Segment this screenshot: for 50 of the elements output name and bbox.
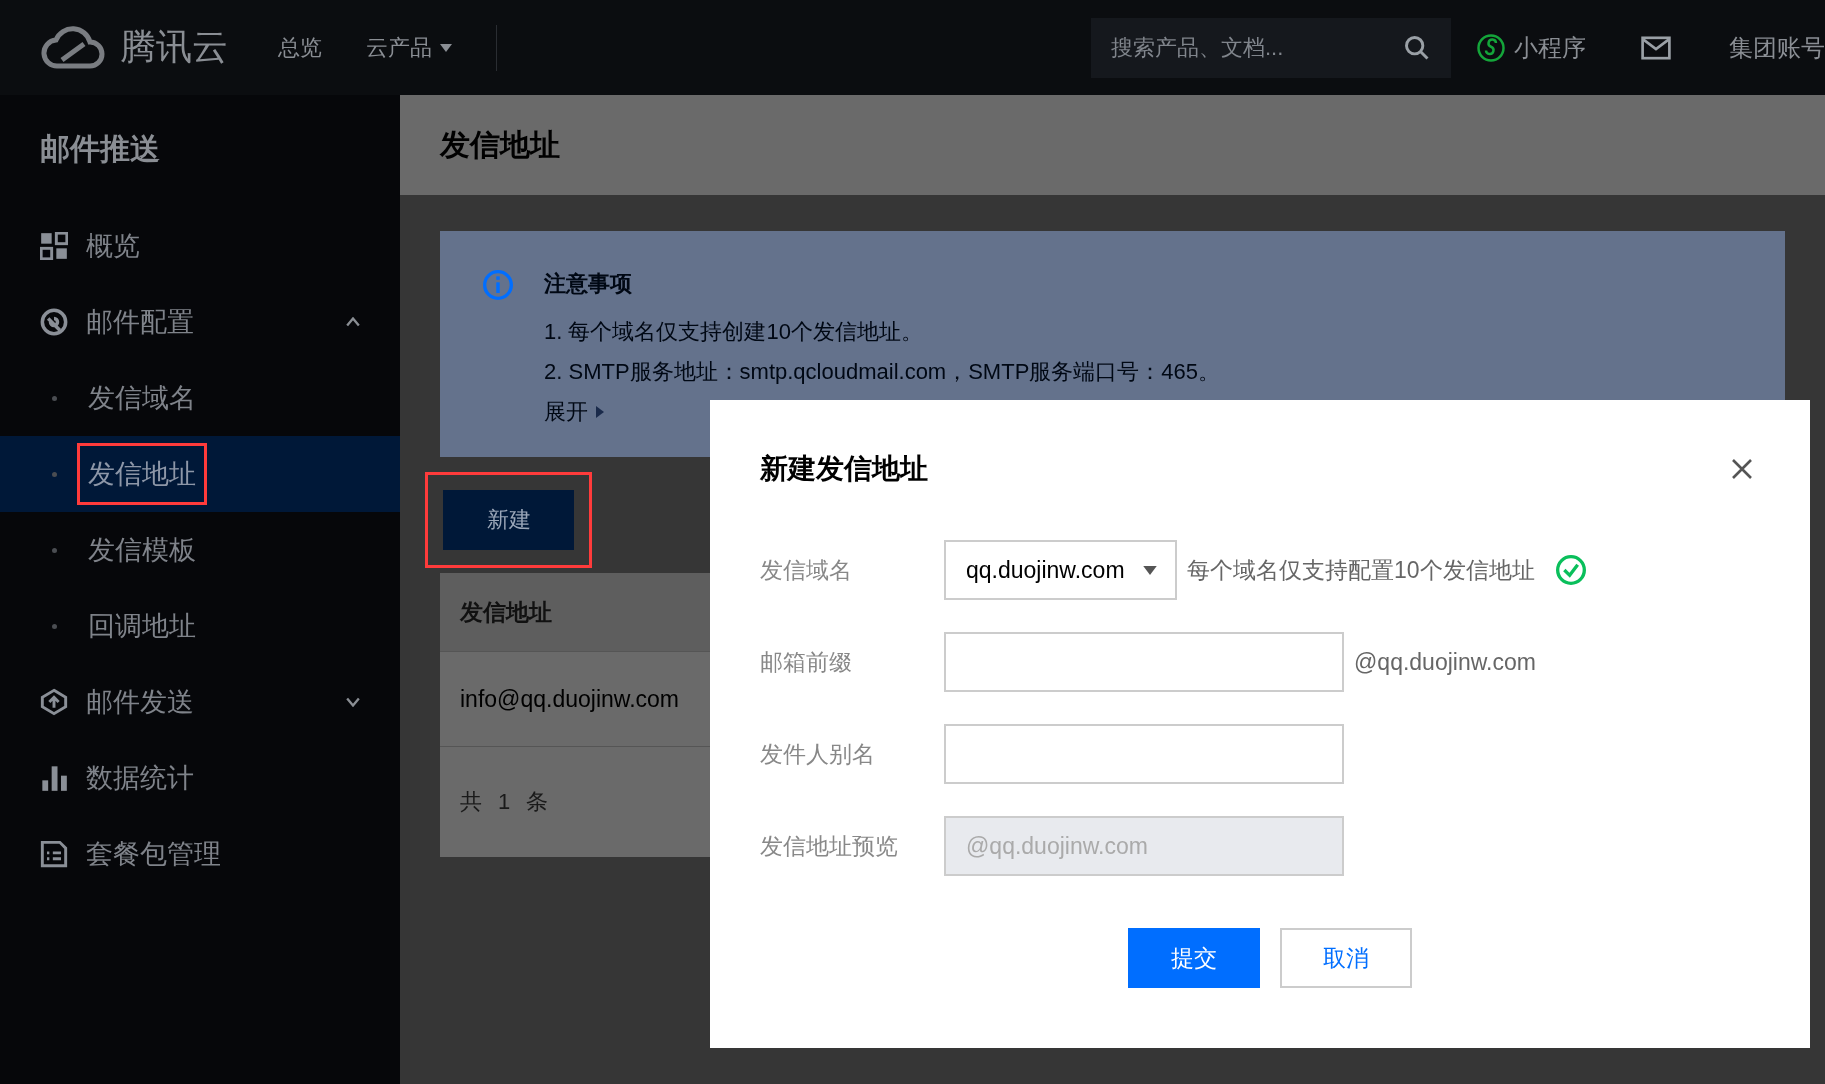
document-icon: [40, 840, 68, 868]
domain-suffix: @qq.duojinw.com: [1354, 648, 1536, 676]
bar-chart-icon: [40, 764, 68, 792]
notice-text: 1. 每个域名仅支持创建10个发信地址。: [544, 318, 924, 346]
close-icon[interactable]: [1730, 457, 1754, 481]
search-field[interactable]: 搜索产品、文档...: [1091, 17, 1451, 78]
expand-link[interactable]: 展开: [544, 397, 1221, 427]
submit-button[interactable]: 提交: [1128, 928, 1260, 988]
field-label: 发信域名: [760, 555, 853, 585]
domain-select[interactable]: qq.duojinw.com: [944, 540, 1177, 600]
nav-link[interactable]: 云产品: [366, 32, 452, 63]
notice-text: 2. SMTP服务地址：smtp.qcloudmail.com，SMTP服务端口号：465。: [544, 358, 1221, 386]
cloud-logo-icon: [40, 25, 106, 70]
sidebar-subitem[interactable]: 发信域名: [0, 360, 400, 436]
field-hint: 每个域名仅支持配置10个发信地址: [1187, 555, 1535, 585]
sidebar-item[interactable]: 邮件配置: [0, 284, 400, 360]
sidebar-title: 邮件推送: [39, 131, 161, 167]
sidebar-subitem[interactable]: 回调地址: [0, 588, 400, 664]
sidebar-item[interactable]: 套餐包管理: [0, 816, 400, 892]
brand-name: 腾讯云: [120, 25, 228, 69]
grid-icon: [40, 232, 68, 260]
upload-icon: [40, 688, 68, 716]
field-label: 发件人别名: [760, 739, 876, 769]
caret-right-icon: [596, 406, 604, 418]
notice-title: 注意事项: [544, 270, 633, 298]
column-header: 发信地址: [460, 597, 552, 627]
sidebar-item[interactable]: 邮件发送: [0, 664, 400, 740]
new-button[interactable]: 新建: [443, 490, 574, 550]
cancel-button[interactable]: 取消: [1280, 928, 1412, 988]
field-label: 发信地址预览: [760, 831, 899, 861]
field-label: 邮箱前缀: [760, 647, 853, 677]
mail-icon[interactable]: [1641, 35, 1671, 60]
info-icon: [482, 269, 514, 301]
gear-icon: [40, 308, 68, 336]
page-title: 发信地址: [400, 95, 1825, 195]
nav-link[interactable]: 总览: [278, 32, 322, 63]
text-field[interactable]: [944, 724, 1344, 784]
sidebar-item[interactable]: 概览: [0, 208, 400, 284]
sidebar-subitem[interactable]: 发信地址: [0, 436, 400, 512]
sidebar-item[interactable]: 数据统计: [0, 740, 400, 816]
mini-program-link[interactable]: 小程序: [1476, 31, 1586, 64]
dialog-title: 新建发信地址: [760, 452, 928, 486]
preview-field: @qq.duojinw.com: [944, 816, 1344, 876]
account-link[interactable]: 集团账号: [1729, 31, 1825, 64]
mini-program-icon: [1476, 32, 1506, 63]
table-cell: info@qq.duojinw.com: [460, 685, 679, 713]
text-field[interactable]: [944, 632, 1344, 692]
caret-down-icon: [1143, 565, 1157, 575]
sidebar-subitem[interactable]: 发信模板: [0, 512, 400, 588]
total-count: 共 1 条: [460, 788, 549, 816]
